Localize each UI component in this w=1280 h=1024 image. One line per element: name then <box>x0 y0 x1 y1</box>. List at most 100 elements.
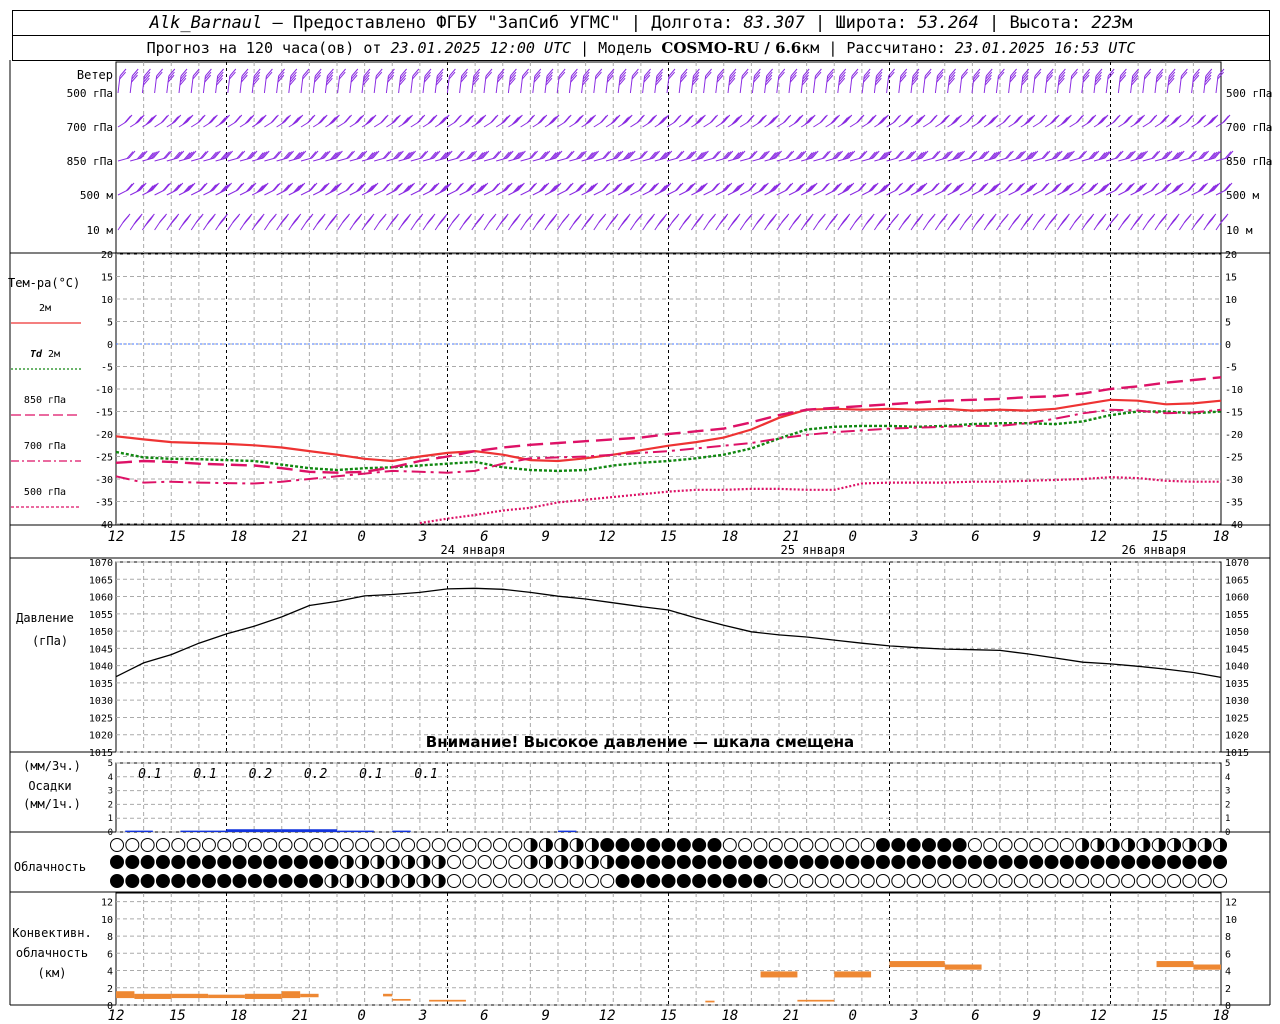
wind-barb-feather <box>1053 183 1060 192</box>
wind-barb-feather <box>1004 114 1011 123</box>
wind-barb-feather <box>330 116 337 125</box>
cloud-cover-symbol <box>615 855 630 869</box>
cloud-cover-symbol <box>891 838 906 852</box>
conv-bar <box>760 971 798 978</box>
wind-barb-feather <box>880 115 888 124</box>
wind-barb-feather <box>697 115 705 124</box>
wind-barb-feather <box>659 116 667 125</box>
cloud-cover-symbol <box>646 855 661 869</box>
cloud-cover-symbol <box>891 874 906 888</box>
wind-barb-feather <box>638 183 645 192</box>
wind-barb-feather <box>823 182 830 191</box>
wind-barb-feather <box>211 183 218 192</box>
pressure-y-tick-right: 1065 <box>1225 575 1249 586</box>
cloud-cover-symbol <box>814 874 829 888</box>
cloud-cover-symbol <box>1213 855 1228 869</box>
cloud-cover-symbol <box>263 874 278 888</box>
wind-barb-feather <box>1086 116 1094 125</box>
wind-barb-feather <box>549 116 557 125</box>
cloud-cover-symbol <box>661 838 676 852</box>
wind-barb-feather <box>929 115 937 124</box>
wind-barb-feather <box>730 218 738 227</box>
temp-y-tick-right: -15 <box>1225 408 1243 419</box>
cloud-cover-symbol <box>110 855 124 869</box>
wind-barb-feather <box>308 114 316 123</box>
wind-barb-feather <box>291 218 298 227</box>
cloud-cover-symbol <box>676 838 691 852</box>
cloud-cover-symbol <box>155 838 170 852</box>
wind-barb-feather <box>256 116 264 125</box>
x-hour-tick: 15 <box>169 529 186 545</box>
legend-label-td: Td 2м <box>30 349 60 360</box>
wind-barb-feather <box>686 114 694 123</box>
wind-barb-feather <box>891 215 898 223</box>
wind-barb-feather <box>353 216 361 225</box>
cloud-cover-symbol <box>983 855 998 869</box>
x-hour-tick: 0 <box>357 1008 365 1024</box>
wind-barb-feather <box>185 115 192 124</box>
wind-barb-feather <box>876 218 884 227</box>
wind-barb-feather <box>1025 116 1033 125</box>
wind-barb-feather <box>174 183 182 192</box>
cloud-cover-symbol <box>876 855 890 869</box>
wind-barb-feather <box>1196 116 1204 125</box>
precip-bar <box>558 830 577 832</box>
wind-barb-feather <box>1063 115 1071 124</box>
cloud-cover-symbol <box>186 874 201 888</box>
conv-y-tick-left: 6 <box>107 949 113 960</box>
wind-barb-feather <box>1004 183 1011 192</box>
pressure-y-tick-left: 1025 <box>89 713 113 724</box>
wind-barb-feather <box>437 218 445 227</box>
cloud-cover-symbol <box>1044 855 1059 869</box>
wind-barb-feather <box>1208 116 1216 125</box>
wind-barb-feather <box>1152 182 1160 191</box>
cloud-cover-half <box>561 855 568 869</box>
cloud-cover-symbol <box>416 838 431 852</box>
precip-amount-label: 0.1 <box>414 767 437 782</box>
temp-y-tick-left: -30 <box>95 475 113 486</box>
precip-y-tick-right: 3 <box>1225 787 1230 797</box>
wind-barb-feather <box>636 115 644 124</box>
wind-barb-feather <box>294 115 302 124</box>
cloud-cover-symbol <box>278 855 293 869</box>
wind-barb-feather <box>268 215 276 223</box>
cloud-cover-symbol <box>676 874 691 888</box>
wind-barb-feather <box>125 183 133 192</box>
cloud-cover-symbol <box>355 838 370 852</box>
wind-barb-feather <box>976 116 984 125</box>
wind-barb-feather <box>1096 218 1104 227</box>
cloud-cover-half <box>530 855 538 869</box>
wind-barb-feather <box>868 115 876 124</box>
temp-y-tick-right: -35 <box>1225 498 1243 509</box>
wind-barb-feather <box>979 114 987 123</box>
x-hour-tick: 18 <box>1213 529 1230 545</box>
conv-bar <box>244 993 282 999</box>
wind-barb-feather <box>795 115 802 124</box>
wind-barb-feather <box>148 115 156 124</box>
wind-barb-feather <box>1040 114 1048 123</box>
cloud-cover-symbol <box>247 874 262 888</box>
wind-barb-feather <box>819 115 827 124</box>
cloud-cover-half <box>423 855 430 869</box>
wind-barb-feather <box>476 116 484 125</box>
pressure-y-tick-right: 1040 <box>1225 662 1249 673</box>
cloud-cover-symbol <box>1029 855 1044 869</box>
cloud-cover-symbol <box>876 874 890 888</box>
wind-barb-feather <box>857 183 865 192</box>
wind-barb-feather <box>357 114 365 123</box>
cloud-cover-half <box>576 855 584 869</box>
conv-y-tick-left: 8 <box>107 932 113 943</box>
wind-barb-feather <box>1016 114 1023 123</box>
wind-barb-feather <box>383 182 391 191</box>
cloud-cover-symbol <box>554 874 569 888</box>
wind-barb-feather <box>831 115 839 124</box>
x-hour-tick: 12 <box>1090 529 1107 545</box>
wind-barb-feather <box>965 115 973 124</box>
temp-y-tick-left: 5 <box>107 318 113 329</box>
cloud-cover-half <box>576 838 584 852</box>
cloud-cover-symbol <box>508 874 523 888</box>
wind-barb-feather <box>355 115 363 124</box>
wind-barb-feather <box>657 218 664 227</box>
wind-barb-feather <box>220 116 228 125</box>
x-hour-tick: 0 <box>357 529 365 545</box>
